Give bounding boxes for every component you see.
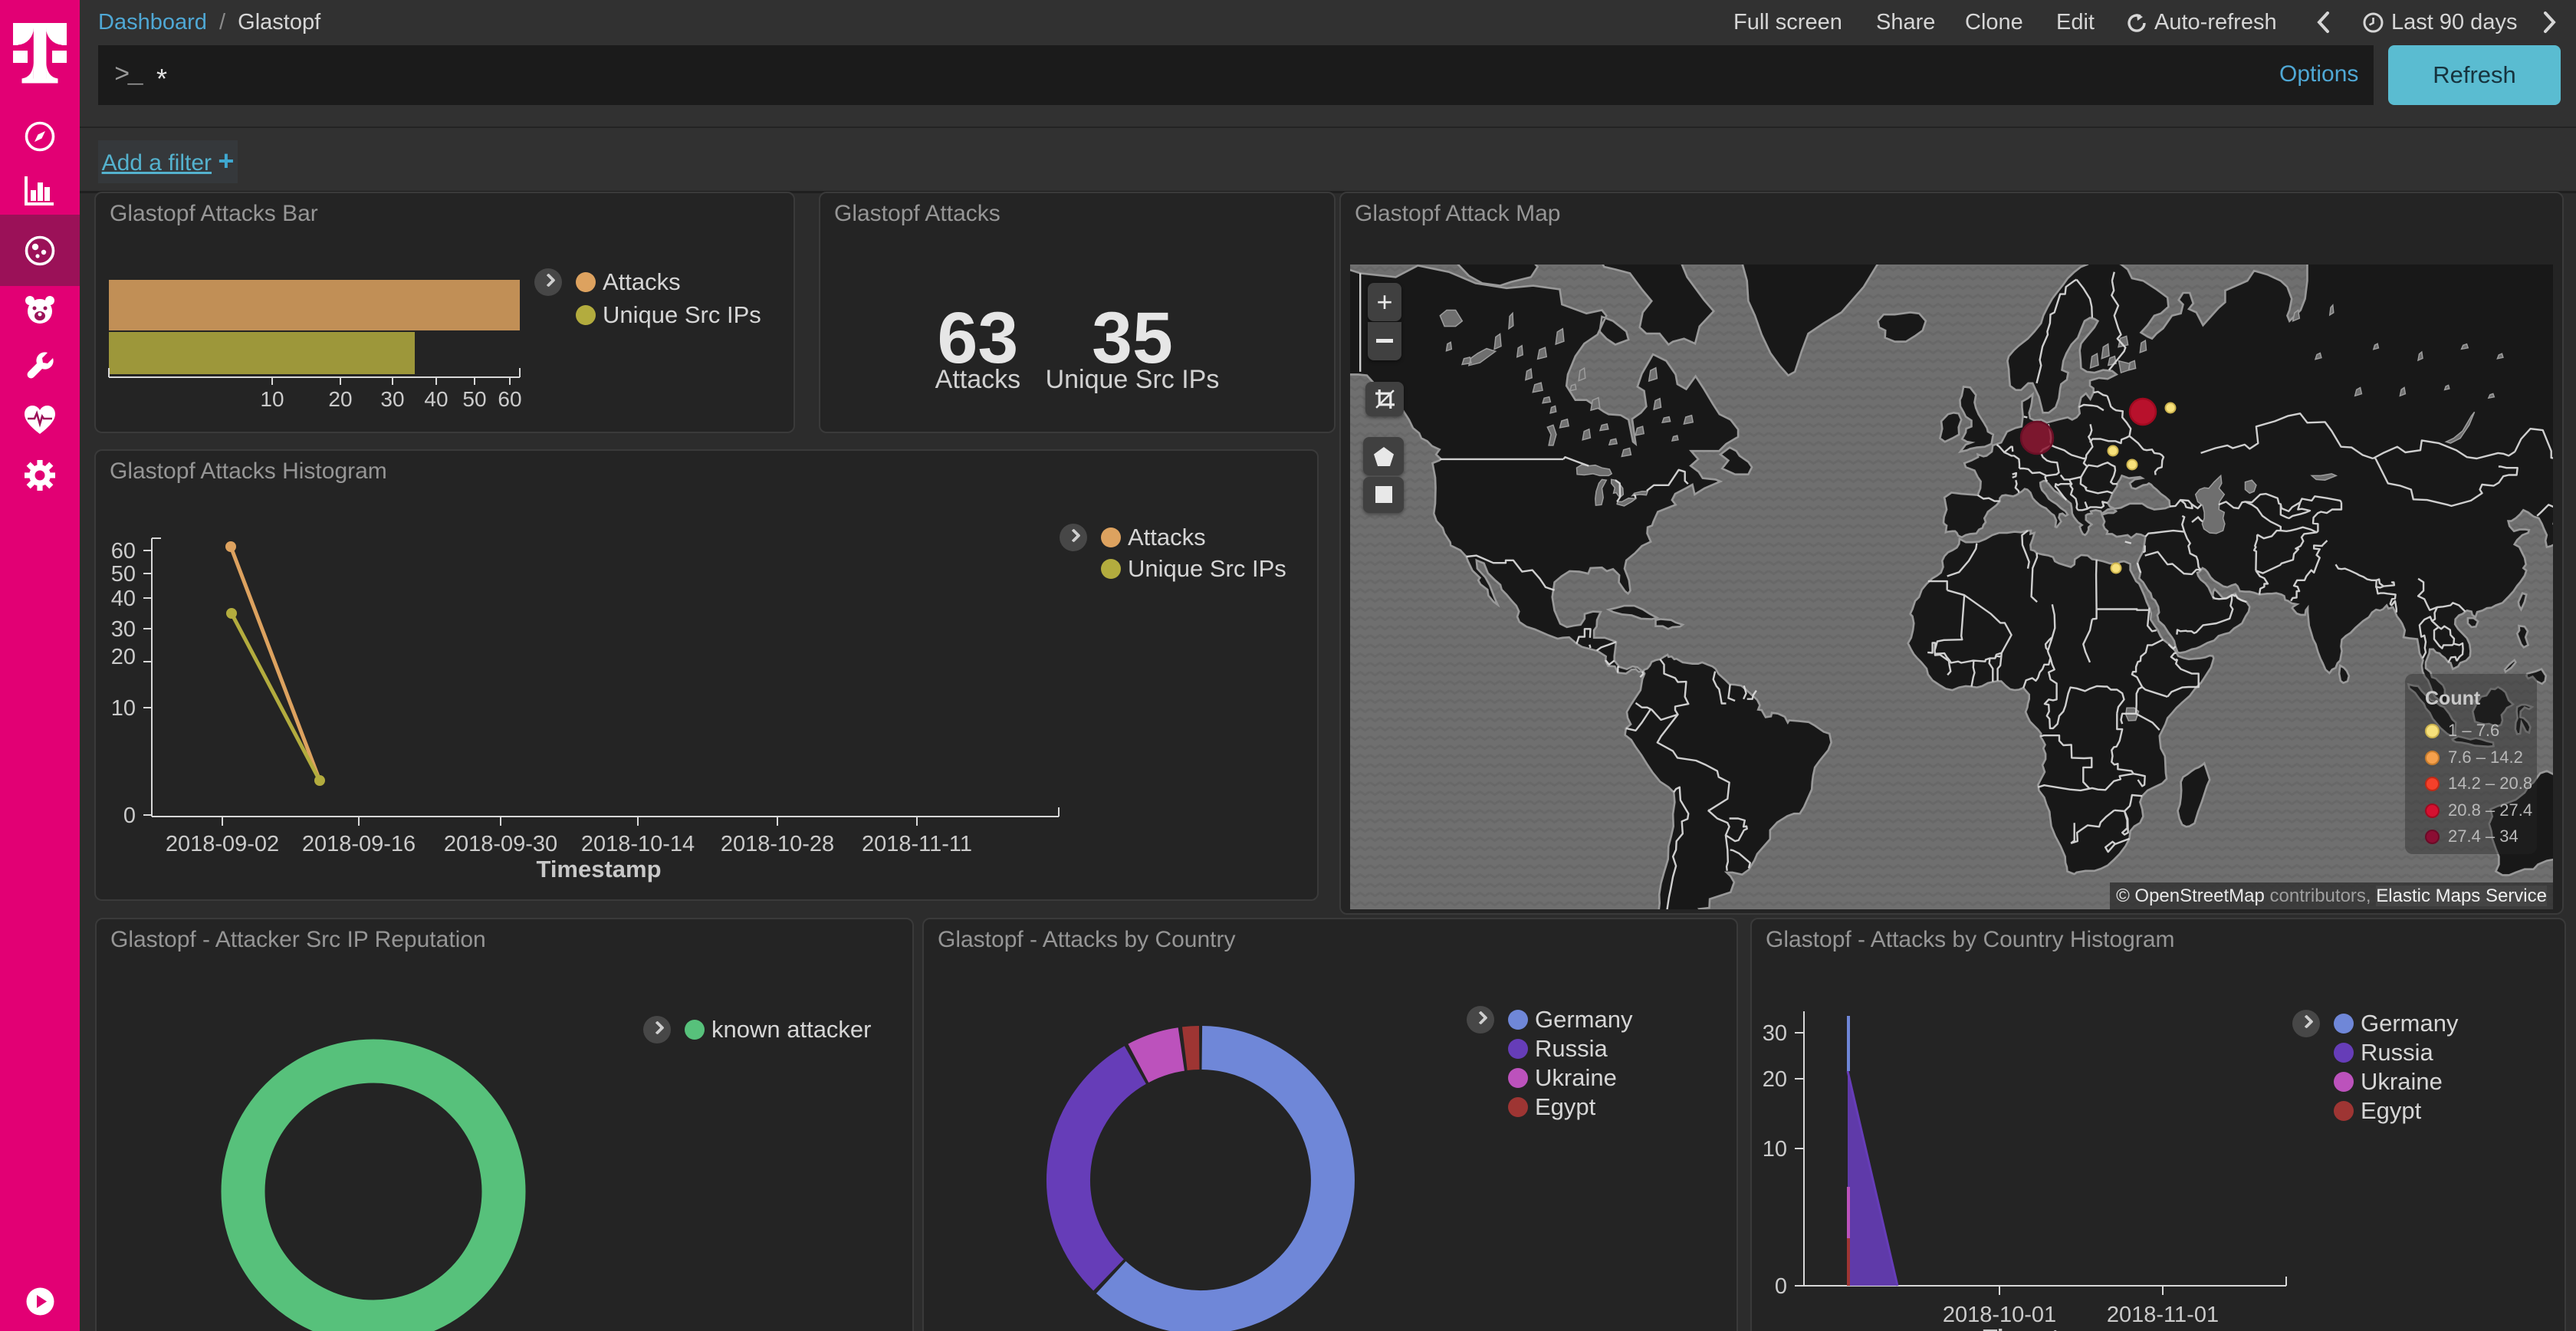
svg-text:30: 30 bbox=[1763, 1021, 1787, 1046]
svg-text:40: 40 bbox=[424, 387, 448, 411]
svg-text:2018-11-01: 2018-11-01 bbox=[2107, 1303, 2219, 1327]
svg-text:50: 50 bbox=[111, 562, 136, 587]
svg-text:0: 0 bbox=[123, 804, 136, 828]
svg-text:0: 0 bbox=[1775, 1274, 1787, 1299]
svg-text:10: 10 bbox=[260, 387, 284, 411]
svg-text:60: 60 bbox=[498, 387, 521, 411]
svg-text:2018-09-16: 2018-09-16 bbox=[302, 832, 416, 856]
svg-text:20: 20 bbox=[328, 387, 352, 411]
svg-text:2018-09-02: 2018-09-02 bbox=[166, 832, 279, 856]
svg-text:2018-11-11: 2018-11-11 bbox=[862, 832, 972, 856]
svg-text:50: 50 bbox=[462, 387, 486, 411]
svg-text:2018-10-14: 2018-10-14 bbox=[581, 832, 695, 856]
svg-text:40: 40 bbox=[111, 587, 136, 611]
svg-text:Timestamp: Timestamp bbox=[1983, 1324, 2108, 1331]
svg-text:30: 30 bbox=[111, 617, 136, 642]
svg-text:60: 60 bbox=[111, 539, 136, 564]
svg-text:2018-09-30: 2018-09-30 bbox=[444, 832, 557, 856]
svg-text:20: 20 bbox=[1763, 1067, 1787, 1092]
svg-text:Timestamp: Timestamp bbox=[536, 856, 661, 882]
svg-text:2018-10-28: 2018-10-28 bbox=[721, 832, 834, 856]
svg-text:20: 20 bbox=[111, 645, 136, 669]
svg-text:10: 10 bbox=[1763, 1137, 1787, 1162]
svg-text:30: 30 bbox=[380, 387, 404, 411]
svg-text:10: 10 bbox=[111, 696, 136, 721]
